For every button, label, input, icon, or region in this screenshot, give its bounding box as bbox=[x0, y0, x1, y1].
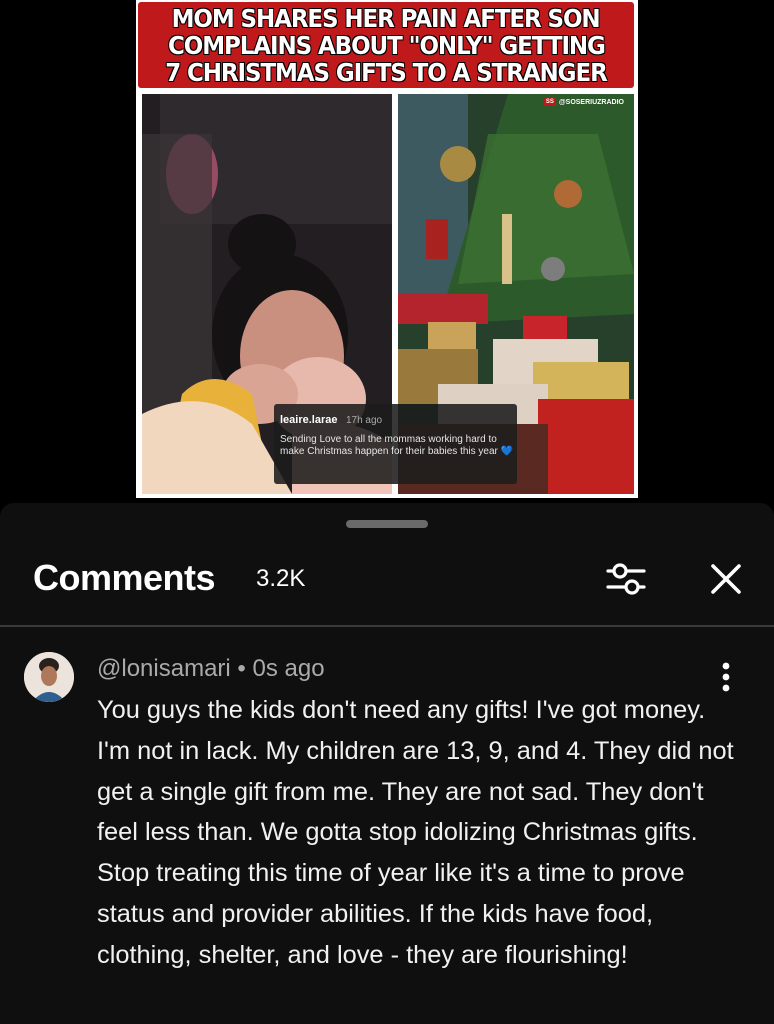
headline-line-3: 7 CHRISTMAS GIFTS TO A STRANGER bbox=[165, 57, 608, 87]
watermark-text: @SOSERIUZRADIO bbox=[558, 98, 624, 106]
comments-count: 3.2K bbox=[256, 565, 306, 592]
headline-banner: MOM SHARES HER PAIN AFTER SON COMPLAINS … bbox=[138, 2, 634, 88]
overlay-comment-time: 17h ago bbox=[345, 415, 383, 426]
overlay-comment-header: leaire.larae 17h ago bbox=[280, 410, 511, 428]
sliders-icon bbox=[606, 563, 646, 595]
avatar-image bbox=[24, 652, 74, 702]
overlay-comment-username: leaire.larae bbox=[280, 414, 338, 426]
video-thumbnail[interactable]: MOM SHARES HER PAIN AFTER SON COMPLAINS … bbox=[136, 0, 638, 498]
commenter-avatar[interactable] bbox=[24, 652, 74, 702]
headline-line-2: COMPLAINS ABOUT "ONLY" GETTING bbox=[167, 30, 606, 60]
comment-text: You guys the kids don't need any gifts! … bbox=[97, 696, 734, 969]
overlay-comment-card: leaire.larae 17h ago Sending Love to all… bbox=[274, 404, 517, 484]
blue-heart-icon: 💙 bbox=[500, 446, 514, 457]
watermark-logo: SS bbox=[543, 98, 556, 106]
sort-filter-button[interactable] bbox=[602, 555, 650, 603]
header-divider bbox=[0, 625, 774, 627]
comments-sheet: Comments 3.2K @lonisamari • 0s ago You g… bbox=[0, 503, 774, 1024]
overlay-comment-body: Sending Love to all the mommas working h… bbox=[280, 434, 516, 458]
meta-separator: • bbox=[237, 655, 246, 682]
headline-line-1: MOM SHARES HER PAIN AFTER SON bbox=[172, 3, 601, 33]
channel-watermark: SS @SOSERIUZRADIO bbox=[543, 98, 624, 106]
comment-meta: @lonisamari • 0s ago bbox=[97, 655, 325, 683]
close-comments-button[interactable] bbox=[702, 555, 750, 603]
close-icon bbox=[711, 564, 741, 594]
comment-time: 0s ago bbox=[252, 655, 325, 682]
drag-handle[interactable] bbox=[346, 520, 428, 528]
overlay-comment-text: Sending Love to all the mommas working h… bbox=[280, 434, 498, 457]
comments-title: Comments bbox=[33, 557, 216, 598]
comment-author[interactable]: @lonisamari bbox=[97, 655, 231, 682]
